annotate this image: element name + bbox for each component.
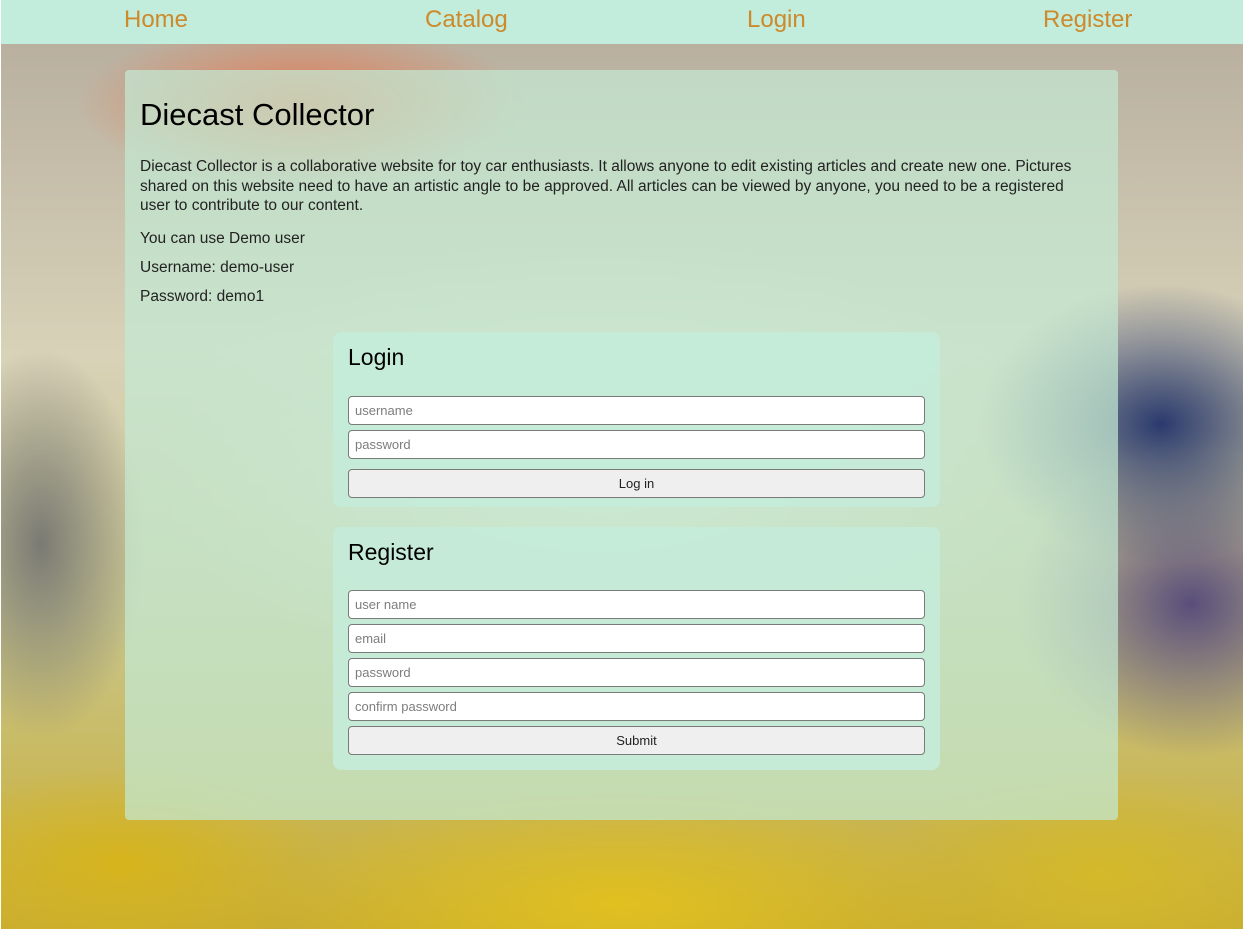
login-password-input[interactable] xyxy=(348,430,925,459)
register-confirm-password-input[interactable] xyxy=(348,692,925,721)
login-button[interactable]: Log in xyxy=(348,469,925,498)
nav-register-link[interactable]: Register xyxy=(1043,6,1132,34)
register-username-input[interactable] xyxy=(348,590,925,619)
demo-note: You can use Demo user xyxy=(140,230,305,247)
site-description: Diecast Collector is a collaborative web… xyxy=(140,158,1072,214)
page-title: Diecast Collector xyxy=(140,97,375,132)
register-password-input[interactable] xyxy=(348,658,925,687)
demo-username: Username: demo-user xyxy=(140,259,295,276)
nav-catalog-link[interactable]: Catalog xyxy=(425,6,508,34)
nav-login-link[interactable]: Login xyxy=(747,6,806,34)
top-nav: Home Catalog Login Register xyxy=(1,0,1243,44)
register-panel: Register Submit xyxy=(333,527,940,770)
register-email-input[interactable] xyxy=(348,624,925,653)
login-panel: Login Log in xyxy=(333,332,940,507)
register-title: Register xyxy=(348,539,434,565)
nav-home-link[interactable]: Home xyxy=(124,6,188,34)
login-title: Login xyxy=(348,344,405,370)
demo-password: Password: demo1 xyxy=(140,288,265,305)
login-username-input[interactable] xyxy=(348,396,925,425)
register-submit-button[interactable]: Submit xyxy=(348,726,925,755)
